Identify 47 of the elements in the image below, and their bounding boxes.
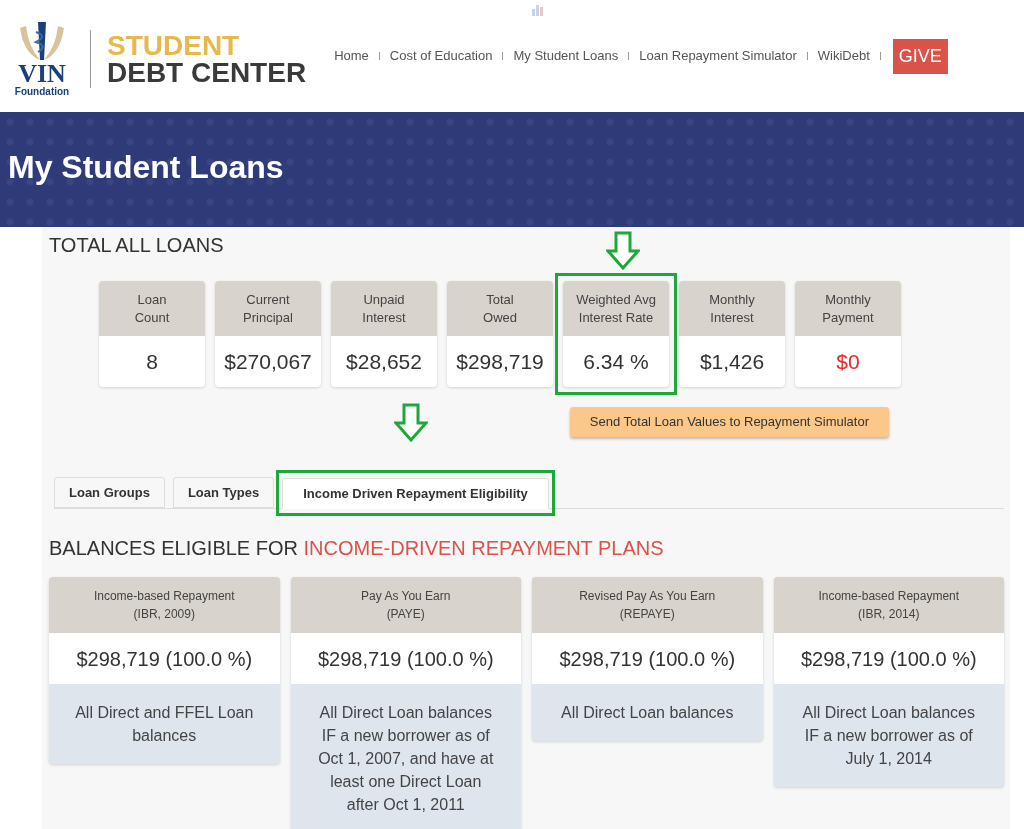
section-heading-emphasis: INCOME-DRIVEN REPAYMENT PLANS bbox=[303, 537, 664, 559]
metric-label: Monthly Interest bbox=[679, 281, 785, 336]
metric-label: Total Owed bbox=[447, 281, 553, 336]
chart-icon bbox=[532, 3, 546, 16]
metric-label: Weighted Avg Interest Rate bbox=[563, 281, 669, 336]
metric-label: Unpaid Interest bbox=[331, 281, 437, 336]
plan-amount: $298,719 (100.0 %) bbox=[773, 633, 1004, 684]
page-title: My Student Loans bbox=[8, 147, 284, 187]
plan-name: Revised Pay As You Earn (REPAYE) bbox=[532, 577, 763, 633]
plan-name: Income-based Repayment (IBR, 2014) bbox=[773, 577, 1004, 633]
down-arrow-icon bbox=[606, 231, 640, 271]
nav-link[interactable]: Loan Repayment Simulator bbox=[639, 46, 797, 66]
metric-value: $1,426 bbox=[698, 348, 766, 375]
nav-link[interactable]: My Student Loans bbox=[513, 46, 619, 66]
plan-amount: $298,719 (100.0 %) bbox=[532, 633, 763, 684]
metric-value: $298,719 bbox=[455, 348, 545, 375]
plan-note: All Direct Loan balances IF a new borrower as of July 1, 2014 bbox=[801, 703, 976, 769]
nav-link[interactable]: Home bbox=[334, 46, 369, 66]
plan-note: All Direct and FFEL Loan balances bbox=[74, 703, 255, 746]
metric-value: $28,652 bbox=[345, 348, 423, 375]
logo-subtitle: DEBT CENTER bbox=[107, 59, 307, 86]
tab[interactable]: Loan Groups bbox=[54, 477, 165, 508]
metric-value: 8 bbox=[145, 348, 159, 375]
section-heading: TOTAL ALL LOANS bbox=[49, 233, 224, 257]
metric-value: 6.34 % bbox=[582, 348, 650, 375]
tab[interactable]: Loan Types bbox=[172, 477, 275, 508]
plan-note: All Direct Loan balances bbox=[559, 703, 735, 723]
logo-mark: VIN bbox=[18, 62, 66, 86]
logo-title: STUDENT bbox=[107, 32, 241, 59]
metric-label: Current Principal bbox=[215, 281, 321, 336]
metric-label: Monthly Payment bbox=[795, 281, 901, 336]
metric-value: $270,067 bbox=[223, 348, 313, 375]
plan-amount: $298,719 (100.0 %) bbox=[49, 633, 280, 684]
give-button[interactable]: GIVE bbox=[892, 38, 948, 74]
send-to-simulator-button[interactable]: Send Total Loan Values to Repayment Simulator bbox=[569, 407, 889, 437]
down-arrow-icon bbox=[394, 403, 429, 443]
nav-link[interactable]: WikiDebt bbox=[817, 46, 870, 66]
plan-note: All Direct Loan balances IF a new borrower as of Oct 1, 2007, and have at least one Direct Loan after Oct 1, 2011 bbox=[317, 703, 495, 815]
metric-value: $0 bbox=[835, 348, 861, 375]
plan-amount: $298,719 (100.0 %) bbox=[290, 633, 521, 684]
plan-name: Pay As You Earn (PAYE) bbox=[290, 577, 521, 633]
plan-name: Income-based Repayment (IBR, 2009) bbox=[49, 577, 280, 633]
nav-link[interactable]: Cost of Education bbox=[389, 46, 493, 66]
section-heading: BALANCES ELIGIBLE FOR bbox=[49, 537, 298, 559]
metric-label: Loan Count bbox=[99, 281, 205, 336]
logo-org: Foundation bbox=[14, 86, 70, 98]
tab[interactable]: Income Driven Repayment Eligibility bbox=[282, 478, 549, 509]
